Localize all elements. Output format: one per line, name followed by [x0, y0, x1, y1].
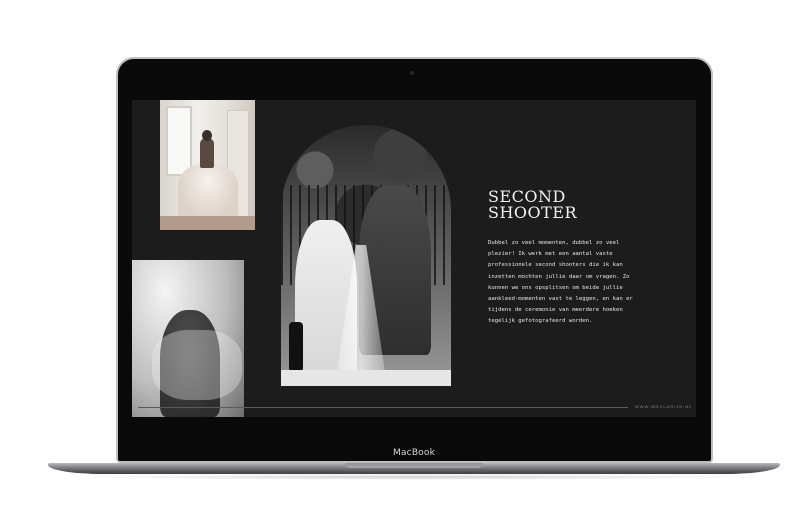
footer-divider — [138, 407, 628, 408]
bride-photo — [160, 100, 255, 230]
body-text: Dubbel zo veel momenten, dubbel zo veel … — [488, 240, 633, 325]
laptop-notch — [345, 463, 483, 468]
page-title-line2: Shooter — [488, 203, 578, 222]
footer-url[interactable]: WWW.MHCLARIJN.NL — [635, 404, 692, 409]
couple-photo — [132, 260, 244, 417]
laptop-screen: Second Shooter Dubbel zo veel momenten, … — [132, 100, 696, 417]
webcam-icon — [410, 71, 414, 75]
device-label: MacBook — [392, 448, 436, 458]
page-title: Second Shooter — [488, 189, 648, 221]
champagne-tower-photo — [281, 125, 451, 386]
laptop-shadow — [70, 474, 760, 480]
